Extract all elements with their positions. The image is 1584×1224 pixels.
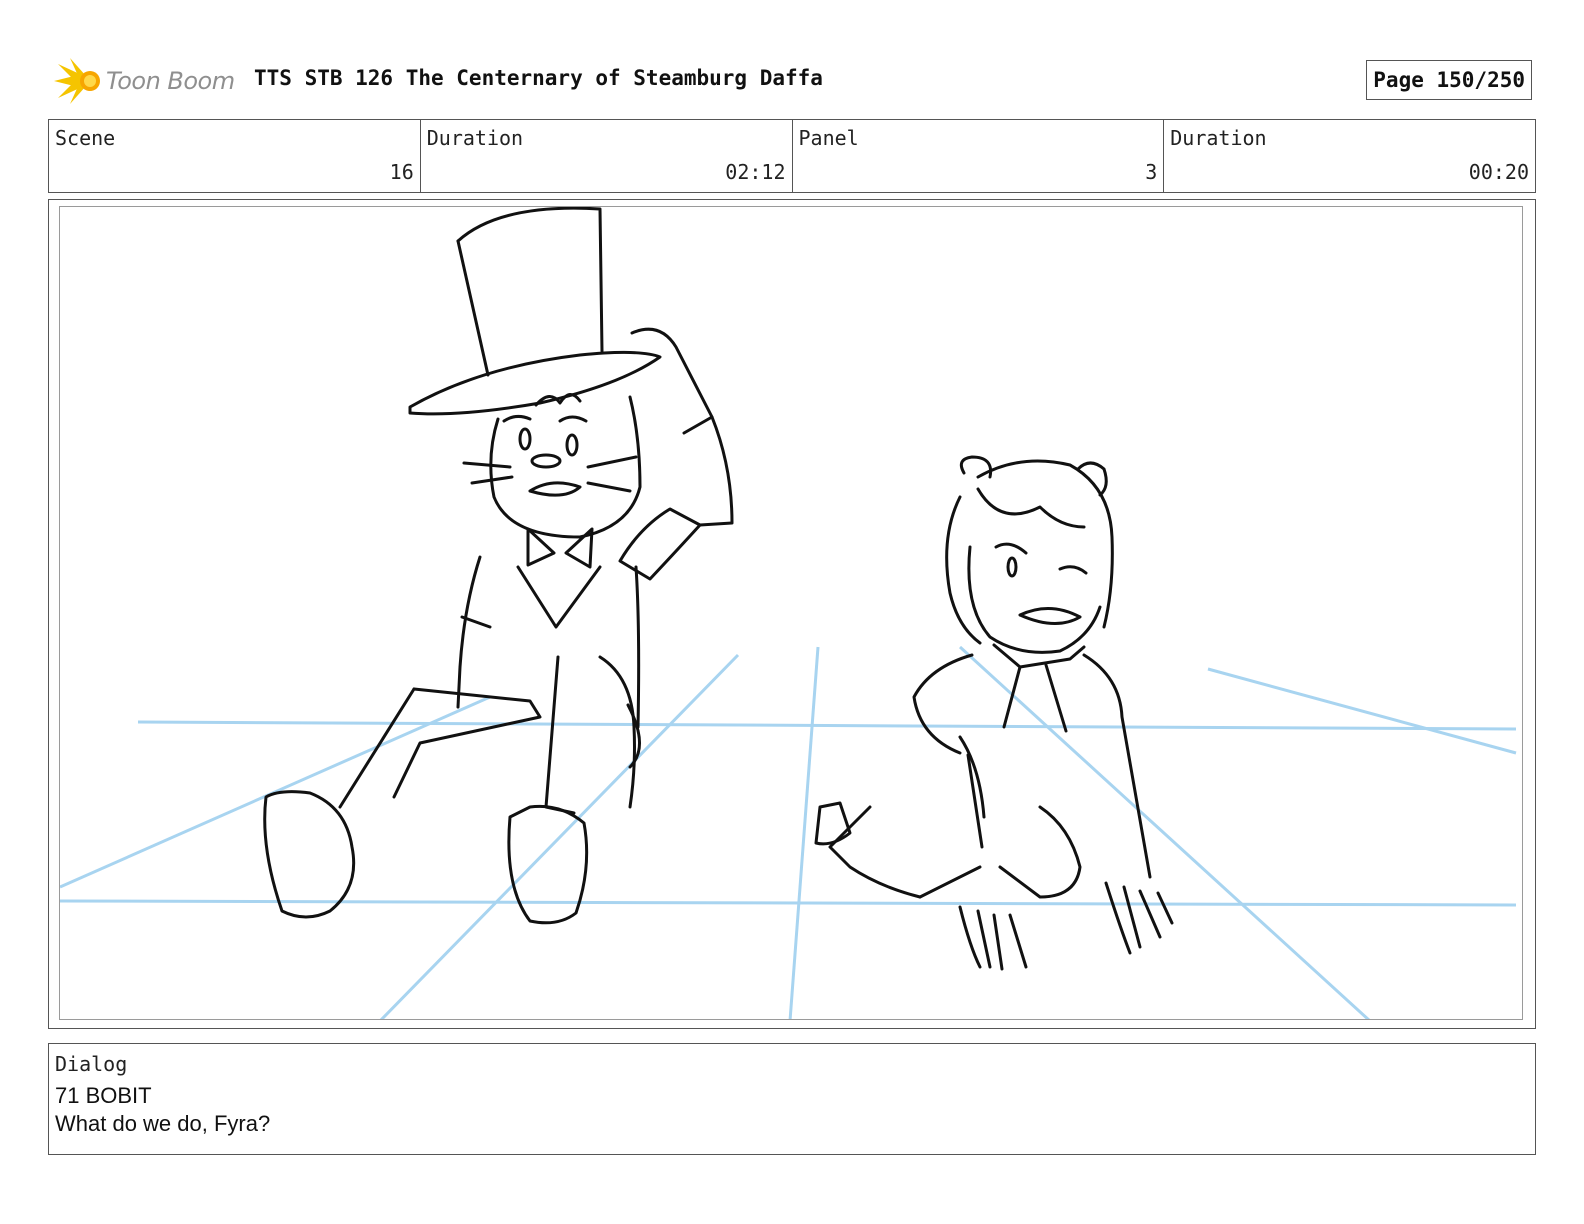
page-header: Toon Boom TTS STB 126 The Centernary of … bbox=[52, 56, 1532, 106]
storyboard-panel-frame bbox=[48, 199, 1536, 1029]
scene-cell: Scene 16 bbox=[49, 120, 421, 192]
perspective-guides bbox=[60, 645, 1517, 1019]
panel-duration-label: Duration bbox=[1170, 126, 1267, 150]
scene-duration-cell: Duration 02:12 bbox=[421, 120, 793, 192]
panel-sketch bbox=[60, 207, 1517, 1019]
panel-label: Panel bbox=[798, 126, 859, 150]
toon-boom-logo: Toon Boom bbox=[52, 56, 235, 106]
panel-cell: Panel 3 bbox=[793, 120, 1165, 192]
scene-duration-label: Duration bbox=[426, 126, 524, 150]
panel-duration-cell: Duration 00:20 bbox=[1164, 120, 1535, 192]
scene-value: 16 bbox=[389, 160, 414, 184]
logo-text: Toon Boom bbox=[106, 67, 235, 95]
fyra-sketch bbox=[814, 455, 1174, 971]
document-title: TTS STB 126 The Centernary of Steamburg … bbox=[254, 66, 823, 90]
dialog-box: Dialog 71 BOBIT What do we do, Fyra? bbox=[48, 1043, 1536, 1155]
panel-duration-value: 00:20 bbox=[1468, 160, 1529, 184]
page-number: Page 150/250 bbox=[1366, 60, 1532, 100]
star-burst-icon bbox=[54, 58, 100, 104]
storyboard-panel bbox=[59, 206, 1523, 1020]
panel-value: 3 bbox=[1145, 160, 1158, 184]
bobit-sketch bbox=[263, 207, 734, 925]
info-row: Scene 16 Duration 02:12 Panel 3 Duration… bbox=[48, 119, 1536, 193]
scene-label: Scene bbox=[55, 126, 116, 150]
dialog-line: What do we do, Fyra? bbox=[55, 1111, 271, 1136]
scene-duration-value: 02:12 bbox=[725, 160, 786, 184]
dialog-text: 71 BOBIT What do we do, Fyra? bbox=[55, 1082, 270, 1138]
dialog-label: Dialog bbox=[55, 1052, 128, 1076]
dialog-speaker: 71 BOBIT bbox=[55, 1083, 152, 1108]
